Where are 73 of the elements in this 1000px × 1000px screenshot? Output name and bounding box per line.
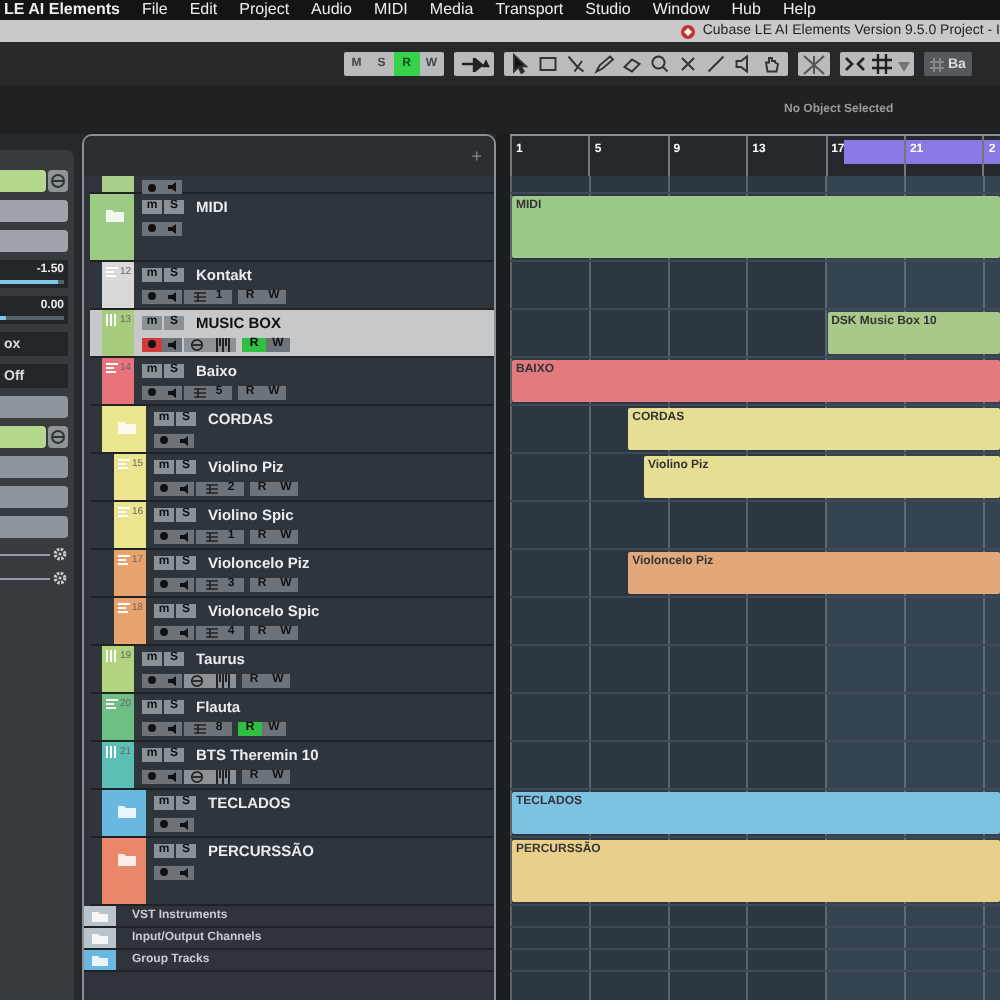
- track-type-icon: [118, 458, 130, 470]
- edit-instrument-icon[interactable]: [190, 337, 204, 351]
- menu-item[interactable]: Studio: [585, 0, 631, 20]
- speaker-icon: [179, 483, 189, 493]
- selection-rectangle-icon[interactable]: [536, 52, 560, 76]
- speaker-icon: [167, 723, 177, 733]
- menu-item[interactable]: File: [141, 0, 168, 20]
- speaker-icon: [167, 771, 177, 781]
- snap-toggle-icon[interactable]: [844, 54, 866, 74]
- track-type-icon: [106, 698, 118, 710]
- speaker-icon: [167, 223, 177, 233]
- menu-item[interactable]: Media: [429, 0, 474, 20]
- folder-icon: [118, 420, 136, 434]
- list-icon: [205, 579, 218, 589]
- list-icon: [193, 387, 206, 397]
- line-icon[interactable]: [704, 52, 728, 76]
- speaker-icon: [179, 867, 189, 877]
- monitor-button[interactable]: [162, 337, 182, 351]
- cross-icon[interactable]: [676, 52, 700, 76]
- speaker-icon: [179, 435, 189, 445]
- menu-item[interactable]: Hub: [731, 0, 761, 20]
- piano-icon[interactable]: [216, 673, 230, 687]
- track-type-icon: [118, 506, 130, 518]
- menu-item[interactable]: Audio: [311, 0, 353, 20]
- record-button[interactable]: [142, 337, 162, 351]
- track-type-icon: [118, 602, 130, 614]
- grid-icon: [930, 57, 944, 71]
- menu-item[interactable]: Edit: [189, 0, 218, 20]
- menu-item[interactable]: MIDI: [374, 0, 408, 20]
- speaker-icon: [179, 627, 189, 637]
- cycle-range[interactable]: [844, 140, 1000, 164]
- grid-icon[interactable]: [872, 54, 892, 74]
- piano-icon[interactable]: [216, 337, 230, 351]
- list-icon: [205, 483, 218, 493]
- piano-icon[interactable]: [216, 769, 230, 783]
- menu-item[interactable]: Transport: [495, 0, 564, 20]
- add-track-button[interactable]: +: [471, 146, 482, 166]
- edit-icon[interactable]: [48, 426, 68, 448]
- inspector-field[interactable]: [0, 200, 68, 222]
- edit-icon[interactable]: [48, 170, 68, 192]
- folder-icon: [118, 804, 136, 818]
- inspector-field[interactable]: [0, 230, 68, 252]
- pencil-icon[interactable]: [592, 52, 616, 76]
- menu-item[interactable]: Project: [239, 0, 290, 20]
- pointer-icon[interactable]: [508, 52, 532, 76]
- speaker-icon: [167, 675, 177, 685]
- app-icon: [680, 23, 697, 39]
- track-type-icon: [118, 554, 130, 566]
- menu-item[interactable]: Window: [652, 0, 710, 20]
- list-icon: [205, 627, 218, 637]
- edit-instrument-icon[interactable]: [190, 673, 204, 687]
- track-type-icon: [106, 266, 118, 278]
- hand-icon[interactable]: [760, 52, 784, 76]
- app-menu[interactable]: LE AI Elements: [4, 0, 120, 20]
- speaker-icon: [167, 339, 177, 349]
- track-type-icon: [106, 362, 118, 374]
- speaker-icon: [179, 819, 189, 829]
- speaker-icon: [167, 291, 177, 301]
- folder-icon: [106, 208, 124, 222]
- magnifier-icon[interactable]: [648, 52, 672, 76]
- track-type-icon: [106, 314, 118, 326]
- edit-instrument-icon[interactable]: [190, 769, 204, 783]
- track-type-icon: [106, 650, 118, 662]
- list-icon: [193, 723, 206, 733]
- snap-icon[interactable]: [458, 53, 490, 75]
- speaker-icon: [179, 531, 189, 541]
- speaker-icon: [179, 579, 189, 589]
- track-type-icon: [106, 746, 118, 758]
- list-icon: [193, 291, 206, 301]
- speaker-icon: [167, 387, 177, 397]
- folder-icon: [118, 852, 136, 866]
- menu-item[interactable]: Help: [782, 0, 816, 20]
- list-icon: [205, 531, 218, 541]
